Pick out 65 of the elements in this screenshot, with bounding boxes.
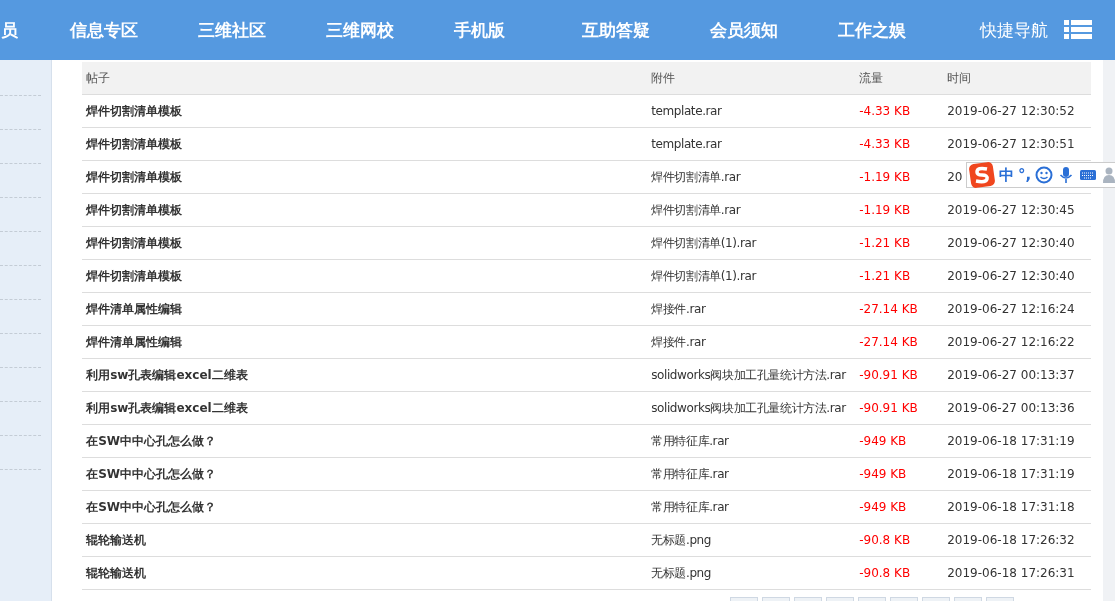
time-cell: 2019-06-18 17:26:31 — [943, 557, 1092, 590]
post-link[interactable]: 焊件切割清单模板 — [82, 95, 648, 128]
time-cell: 2019-06-27 12:30:51 — [943, 128, 1092, 161]
time-cell: 2019-06-18 17:26:32 — [943, 524, 1092, 557]
post-link[interactable]: 辊轮输送机 — [82, 557, 648, 590]
traffic-cell: -90.8 KB — [855, 557, 944, 590]
traffic-cell: -949 KB — [855, 491, 944, 524]
time-cell: 2019-06-27 12:30:40 — [943, 227, 1092, 260]
attachment-link[interactable]: solidworks阀块加工孔量统计方法.rar — [647, 392, 856, 425]
post-link[interactable]: 焊件切割清单模板 — [82, 227, 648, 260]
attachment-link[interactable]: 无标题.png — [647, 524, 856, 557]
time-cell: 2019-06-27 12:16:22 — [943, 326, 1092, 359]
attachment-link[interactable]: 常用特征库.rar — [647, 491, 856, 524]
traffic-cell: -1.21 KB — [855, 227, 944, 260]
traffic-cell: -27.14 KB — [855, 326, 944, 359]
time-cell: 2019-06-18 17:31:18 — [943, 491, 1092, 524]
post-link[interactable]: 利用sw孔表编辑excel二维表 — [82, 392, 648, 425]
time-cell: 2019-06-18 17:31:19 — [943, 425, 1092, 458]
traffic-cell: -4.33 KB — [855, 95, 944, 128]
attachment-link[interactable]: 焊件切割清单.rar — [647, 194, 856, 227]
post-link[interactable]: 在SW中中心孔怎么做？ — [82, 425, 648, 458]
traffic-cell: -1.21 KB — [855, 260, 944, 293]
attachment-link[interactable]: 焊件切割清单(1).rar — [647, 260, 856, 293]
post-link[interactable]: 焊件清单属性编辑 — [82, 293, 648, 326]
attachment-link[interactable]: template.rar — [647, 128, 856, 161]
traffic-cell: -949 KB — [855, 425, 944, 458]
punctuation-button[interactable]: °, — [1018, 166, 1032, 184]
input-mode-button[interactable]: 中 — [999, 165, 1014, 185]
post-link[interactable]: 焊件清单属性编辑 — [82, 326, 648, 359]
column-header: 时间 — [943, 62, 1092, 95]
attachment-link[interactable]: 常用特征库.rar — [647, 425, 856, 458]
time-cell: 2019-06-27 12:16:24 — [943, 293, 1092, 326]
traffic-cell: -27.14 KB — [855, 293, 944, 326]
traffic-cell: -90.8 KB — [855, 524, 944, 557]
column-header: 附件 — [647, 62, 856, 95]
post-link[interactable]: 焊件切割清单模板 — [82, 161, 648, 194]
post-link[interactable]: 利用sw孔表编辑excel二维表 — [82, 359, 648, 392]
post-link[interactable]: 在SW中中心孔怎么做？ — [82, 491, 648, 524]
traffic-cell: -1.19 KB — [855, 194, 944, 227]
attachment-link[interactable]: solidworks阀块加工孔量统计方法.rar — [647, 359, 856, 392]
column-header: 帖子 — [82, 62, 648, 95]
attachment-link[interactable]: 焊接件.rar — [647, 293, 856, 326]
post-link[interactable]: 焊件切割清单模板 — [82, 194, 648, 227]
post-link[interactable]: 辊轮输送机 — [82, 524, 648, 557]
traffic-cell: -1.19 KB — [855, 161, 944, 194]
time-cell: 2019-06-27 00:13:36 — [943, 392, 1092, 425]
attachment-link[interactable]: 焊件切割清单(1).rar — [647, 227, 856, 260]
column-header: 流量 — [855, 62, 944, 95]
attachment-link[interactable]: 焊件切割清单.rar — [647, 161, 856, 194]
time-cell: 2019-06-27 12:30:45 — [943, 194, 1092, 227]
traffic-cell: -949 KB — [855, 458, 944, 491]
time-cell: 2019-06-27 12:30:52 — [943, 95, 1092, 128]
post-link[interactable]: 在SW中中心孔怎么做？ — [82, 458, 648, 491]
attachment-link[interactable]: 常用特征库.rar — [647, 458, 856, 491]
attachment-link[interactable]: 焊接件.rar — [647, 326, 856, 359]
post-link[interactable]: 焊件切割清单模板 — [82, 260, 648, 293]
traffic-cell: -90.91 KB — [855, 392, 944, 425]
traffic-cell: -90.91 KB — [855, 359, 944, 392]
attachment-link[interactable]: template.rar — [647, 95, 856, 128]
time-cell: 2019-06-27 12:30:40 — [943, 260, 1092, 293]
time-cell: 2019-06-18 17:31:19 — [943, 458, 1092, 491]
post-link[interactable]: 焊件切割清单模板 — [82, 128, 648, 161]
traffic-cell: -4.33 KB — [855, 128, 944, 161]
attachment-link[interactable]: 无标题.png — [647, 557, 856, 590]
time-cell: 2019-06-27 00:13:37 — [943, 359, 1092, 392]
